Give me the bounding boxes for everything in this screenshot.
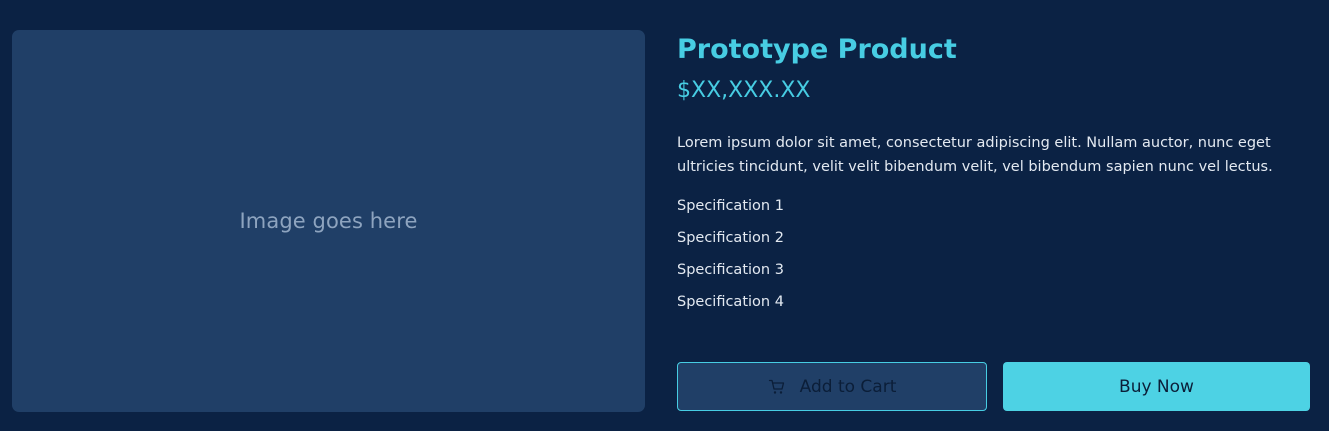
specification-item: Specification 1 xyxy=(677,198,784,214)
buy-now-button[interactable]: Buy Now xyxy=(1003,362,1310,411)
product-description: Lorem ipsum dolor sit amet, consectetur … xyxy=(677,135,1273,175)
product-image-placeholder: Image goes here xyxy=(12,30,645,412)
add-to-cart-button[interactable]: Add to Cart xyxy=(677,362,987,411)
specifications-list: Specification 1 Specification 2 Specific… xyxy=(677,195,784,323)
specification-item: Specification 3 xyxy=(677,262,784,278)
image-placeholder-text: Image goes here xyxy=(239,209,418,233)
product-price: $XX,XXX.XX xyxy=(677,78,811,103)
buy-now-label: Buy Now xyxy=(1119,376,1194,397)
add-to-cart-label: Add to Cart xyxy=(799,376,897,397)
product-details: Prototype Product $XX,XXX.XX Lorem ipsum… xyxy=(677,30,1317,412)
cart-icon xyxy=(768,378,786,396)
specification-item: Specification 4 xyxy=(677,294,784,310)
specification-item: Specification 2 xyxy=(677,230,784,246)
product-title: Prototype Product xyxy=(677,34,957,65)
product-page: Image goes here Prototype Product $XX,XX… xyxy=(0,0,1329,431)
